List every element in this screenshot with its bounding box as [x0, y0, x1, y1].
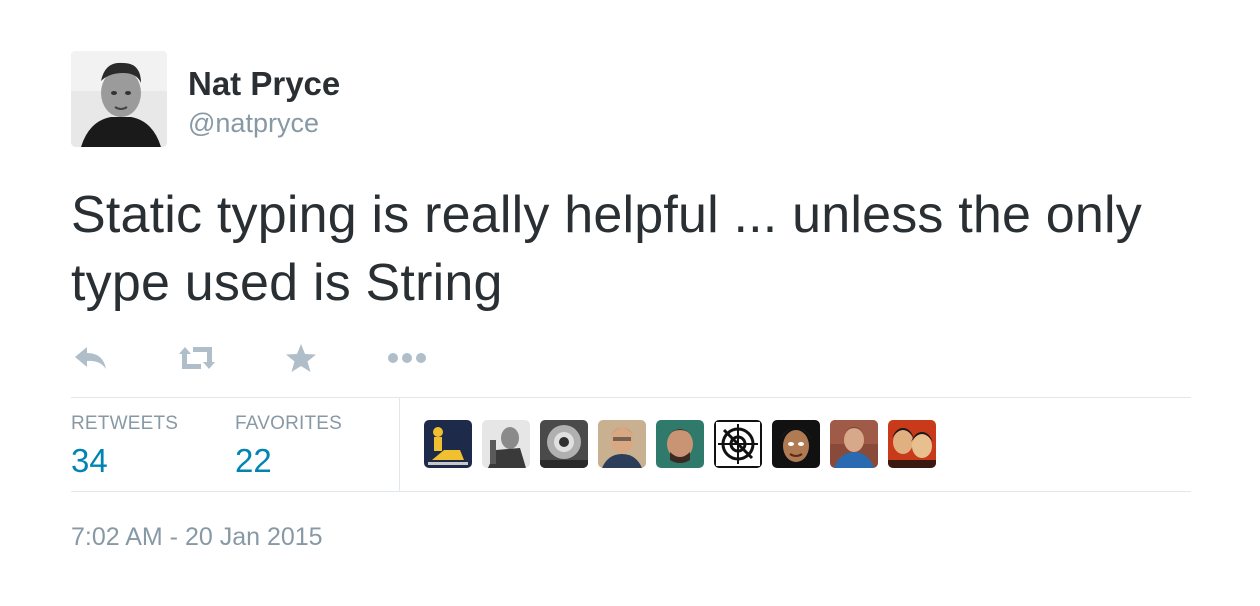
tweet-timestamp[interactable]: 7:02 AM - 20 Jan 2015 — [71, 522, 1191, 552]
favorite-button[interactable] — [283, 343, 319, 373]
star-icon — [286, 344, 316, 372]
favoriter-avatar[interactable] — [540, 420, 588, 468]
favoriter-avatar[interactable] — [830, 420, 878, 468]
favoriter-avatar[interactable] — [772, 420, 820, 468]
tweet-header: Nat Pryce @natpryce — [71, 51, 1191, 147]
favoriter-avatar[interactable] — [598, 420, 646, 468]
tweet-card: Nat Pryce @natpryce Static typing is rea… — [71, 51, 1191, 552]
retweets-stat[interactable]: RETWEETS 34 — [71, 398, 235, 491]
author-fullname[interactable]: Nat Pryce — [188, 64, 340, 104]
favoriters-list — [400, 398, 946, 491]
author-handle[interactable]: @natpryce — [188, 106, 340, 140]
tweet-actions — [71, 331, 1191, 385]
author-names: Nat Pryce @natpryce — [188, 51, 340, 140]
retweet-button[interactable] — [175, 344, 219, 372]
favoriter-avatar[interactable] — [424, 420, 472, 468]
retweets-count: 34 — [71, 442, 108, 479]
favorites-stat[interactable]: FAVORITES 22 — [235, 398, 399, 491]
retweet-icon — [179, 347, 215, 369]
tweet-text: Static typing is really helpful ... unle… — [71, 186, 1142, 312]
favorites-label: FAVORITES — [235, 413, 343, 434]
tweet-stats: RETWEETS 34 FAVORITES 22 — [71, 397, 1191, 492]
reply-icon — [75, 347, 106, 369]
favorites-count: 22 — [235, 442, 272, 479]
retweets-label: RETWEETS — [71, 413, 179, 434]
favoriter-avatar[interactable] — [656, 420, 704, 468]
author-avatar[interactable] — [71, 51, 167, 147]
reply-button[interactable] — [71, 344, 111, 372]
favoriter-avatar[interactable] — [888, 420, 936, 468]
favoriter-avatar[interactable] — [482, 420, 530, 468]
more-button[interactable] — [385, 352, 429, 364]
more-dots-icon — [388, 353, 426, 363]
favoriter-avatar[interactable] — [714, 420, 762, 468]
